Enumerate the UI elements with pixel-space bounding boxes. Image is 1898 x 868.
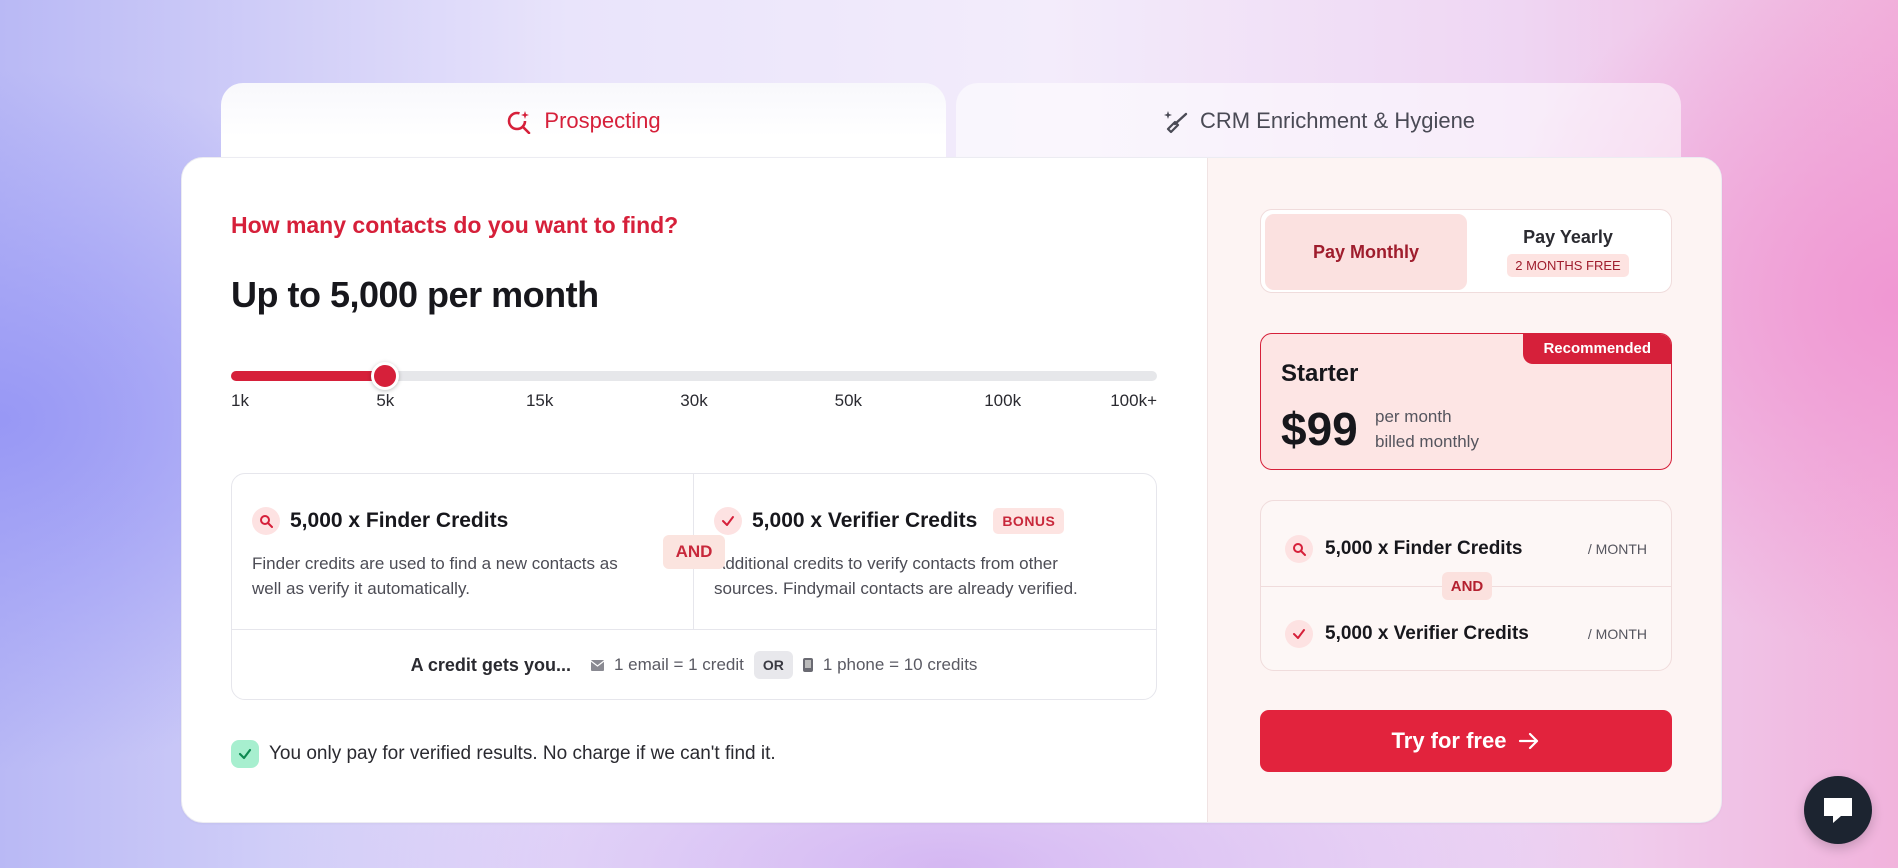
phone-credit-rate: 1 phone = 10 credits	[822, 655, 978, 674]
chat-widget-button[interactable]	[1804, 776, 1872, 844]
volume-headline: Up to 5,000 per month	[231, 274, 599, 315]
plan-price: $99	[1281, 403, 1358, 455]
slider-tick-5k[interactable]: 5k	[376, 391, 394, 411]
slider-tick-labels: 1k 5k 15k 30k 50k 100k 100k+	[231, 391, 1157, 415]
tab-prospecting[interactable]: Prospecting	[221, 83, 946, 159]
slider-tick-100k[interactable]: 100k	[984, 391, 1021, 411]
slider-tick-15k[interactable]: 15k	[526, 391, 553, 411]
try-for-free-button[interactable]: Try for free	[1260, 710, 1672, 772]
verifier-credits-desc: Additional credits to verify contacts fr…	[714, 554, 1078, 598]
check-icon	[714, 507, 742, 535]
summary-verifier-label: 5,000 x Verifier Credits	[1325, 623, 1529, 644]
plan-summary-panel: Pay Monthly Pay Yearly 2 MONTHS FREE Rec…	[1207, 158, 1721, 822]
guarantee-text: You only pay for verified results. No ch…	[269, 743, 776, 764]
credits-box: 5,000 x Finder Credits Finder credits ar…	[231, 473, 1157, 700]
pay-monthly-label: Pay Monthly	[1312, 241, 1419, 262]
starter-plan-card: Recommended Starter $99 per month billed…	[1260, 333, 1672, 470]
yearly-discount-tag: 2 MONTHS FREE	[1507, 254, 1629, 277]
summary-finder-label: 5,000 x Finder Credits	[1325, 538, 1523, 559]
summary-verifier-unit: / MONTH	[1587, 626, 1647, 642]
credit-explainer-lead: A credit gets you...	[410, 654, 571, 675]
slider-tick-30k[interactable]: 30k	[680, 391, 707, 411]
check-icon	[1285, 620, 1313, 648]
pricing-card: How many contacts do you want to find? U…	[181, 157, 1722, 823]
phone-icon	[802, 658, 813, 672]
plan-per-month: per month	[1375, 407, 1452, 426]
broom-sparkle-icon	[1163, 111, 1188, 134]
recommended-badge: Recommended	[1523, 334, 1671, 364]
slider-tick-50k[interactable]: 50k	[835, 391, 862, 411]
tab-label: Prospecting	[544, 108, 661, 133]
slider-fill	[231, 371, 386, 381]
credit-explainer: A credit gets you... 1 email = 1 credit …	[232, 629, 1156, 700]
plan-billing-period: per month billed monthly	[1375, 404, 1479, 454]
search-sparkle-icon	[508, 111, 531, 134]
finder-credits-block: 5,000 x Finder Credits Finder credits ar…	[232, 474, 694, 629]
bonus-badge: BONUS	[993, 508, 1065, 534]
slider-thumb[interactable]	[371, 362, 400, 390]
summary-finder-unit: / MONTH	[1587, 541, 1647, 557]
finder-credits-title: 5,000 x Finder Credits	[290, 509, 509, 532]
plan-billed: billed monthly	[1375, 432, 1479, 451]
summary-finder-row: 5,000 x Finder Credits / MONTH	[1285, 529, 1647, 569]
verifier-credits-title: 5,000 x Verifier Credits	[752, 509, 978, 532]
billing-toggle: Pay Monthly Pay Yearly 2 MONTHS FREE	[1260, 209, 1672, 293]
and-badge: AND	[663, 535, 725, 569]
summary-and-badge: AND	[1442, 572, 1492, 600]
verified-guarantee: You only pay for verified results. No ch…	[231, 740, 776, 768]
search-icon	[1285, 535, 1313, 563]
pay-yearly-label: Pay Yearly	[1523, 227, 1613, 247]
email-credit-rate: 1 email = 1 credit	[613, 655, 744, 674]
credits-summary: 5,000 x Finder Credits / MONTH AND 5,000…	[1260, 500, 1672, 671]
tab-label: CRM Enrichment & Hygiene	[1199, 108, 1476, 133]
cta-label: Try for free	[1391, 728, 1507, 753]
pay-monthly-option[interactable]: Pay Monthly	[1265, 214, 1467, 290]
plan-name: Starter	[1281, 360, 1359, 387]
pay-yearly-option[interactable]: Pay Yearly 2 MONTHS FREE	[1467, 214, 1669, 290]
contacts-slider[interactable]	[231, 358, 1157, 394]
arrow-right-icon	[1519, 732, 1539, 750]
or-pill: OR	[753, 651, 793, 679]
search-icon	[252, 507, 280, 535]
contacts-question: How many contacts do you want to find?	[231, 212, 679, 238]
chat-bubble-icon	[1824, 798, 1852, 823]
email-icon	[590, 659, 604, 671]
slider-tick-1k[interactable]: 1k	[231, 391, 249, 411]
verified-shield-icon	[231, 740, 259, 768]
slider-tick-100k+[interactable]: 100k+	[1110, 391, 1157, 411]
tab-crm-enrichment[interactable]: CRM Enrichment & Hygiene	[956, 83, 1681, 159]
contacts-selector-panel: How many contacts do you want to find? U…	[182, 158, 1207, 822]
summary-verifier-row: 5,000 x Verifier Credits / MONTH	[1285, 614, 1647, 654]
verifier-credits-block: 5,000 x Verifier Credits BONUS Additiona…	[694, 474, 1156, 629]
finder-credits-desc: Finder credits are used to find a new co…	[252, 554, 618, 598]
